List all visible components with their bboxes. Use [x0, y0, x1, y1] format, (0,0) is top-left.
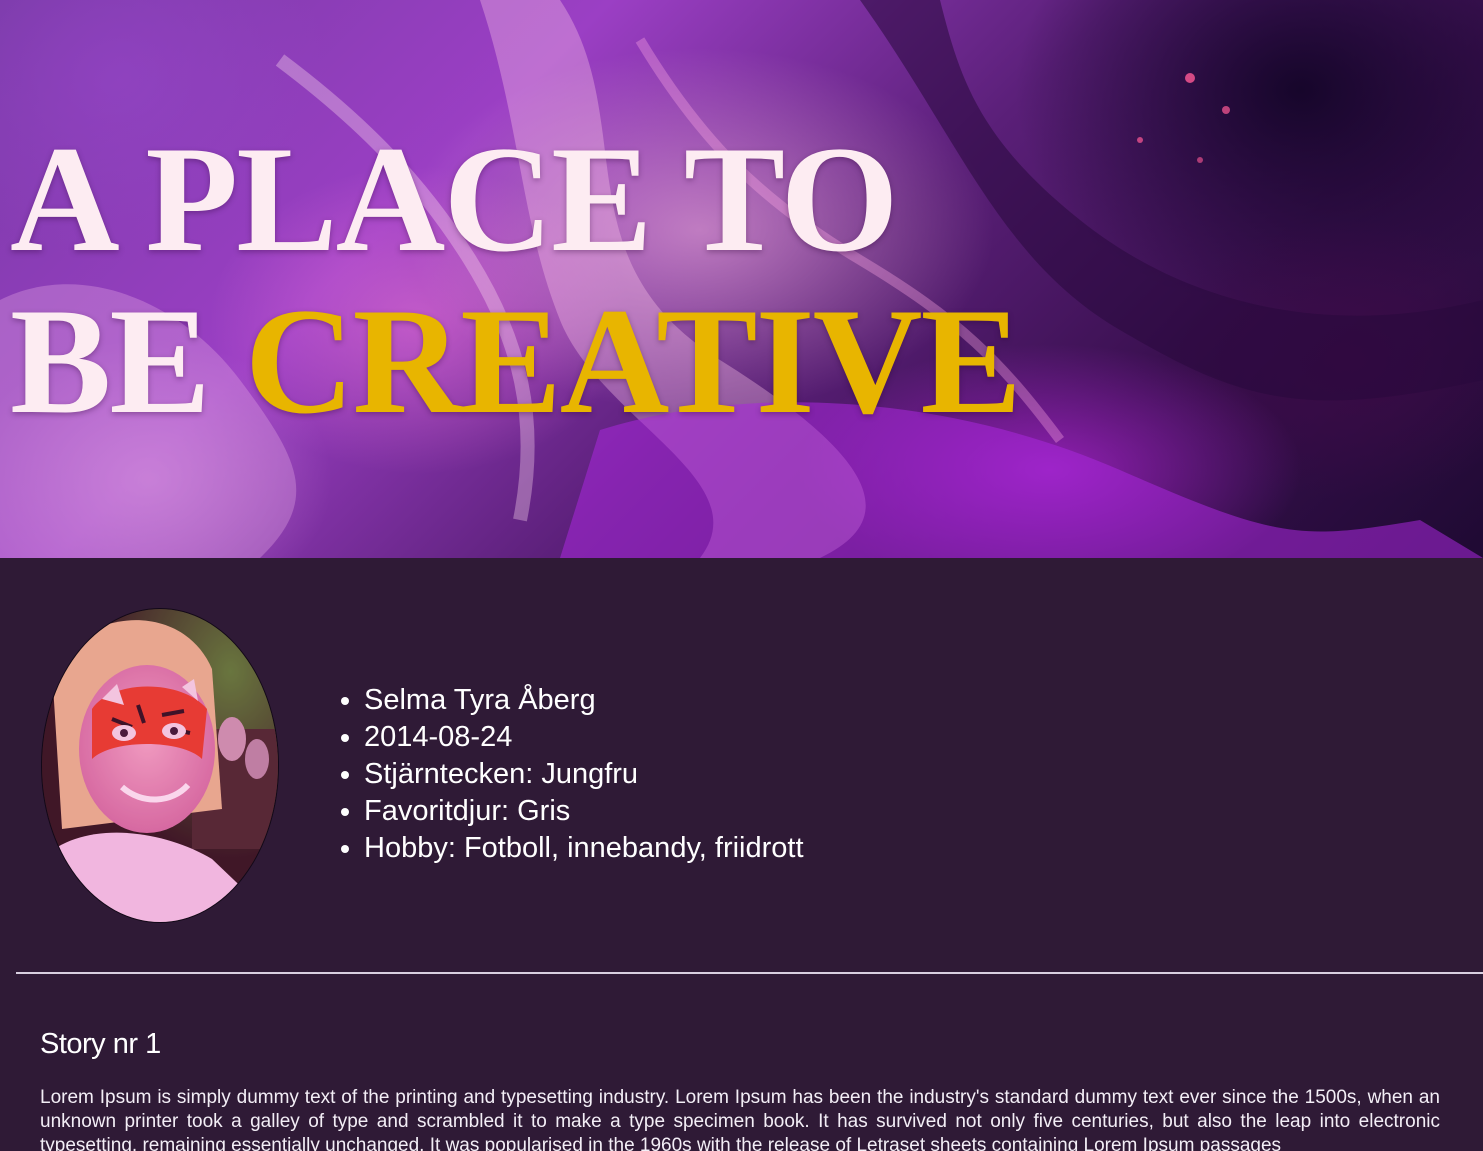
- story-body: Lorem Ipsum is simply dummy text of the …: [40, 1087, 1440, 1151]
- profile-photo: [42, 609, 278, 922]
- profile-fact-name: Selma Tyra Åberg: [364, 682, 804, 719]
- profile-fact-birthdate: 2014-08-24: [364, 719, 804, 756]
- avatar: [41, 608, 279, 923]
- hero-title-line-2: BE CREATIVE: [10, 277, 1022, 445]
- profile-fact-hobby: Hobby: Fotboll, innebandy, friidrott: [364, 830, 804, 867]
- hero-title-prefix: BE: [10, 277, 245, 445]
- profile-facts-list: Selma Tyra Åberg 2014-08-24 Stjärntecken…: [338, 682, 804, 867]
- section-divider: [16, 972, 1483, 974]
- profile-fact-favorite-animal: Favoritdjur: Gris: [364, 793, 804, 830]
- hero-title-accent: CREATIVE: [244, 277, 1022, 445]
- story-section: Story nr 1 Lorem Ipsum is simply dummy t…: [40, 1024, 1440, 1151]
- story-title: Story nr 1: [40, 1028, 161, 1060]
- profile-fact-zodiac: Stjärntecken: Jungfru: [364, 756, 804, 793]
- hero-banner: A PLACE TO BE CREATIVE: [0, 0, 1483, 558]
- hero-title-line-1: A PLACE TO: [10, 115, 899, 283]
- profile-section: Selma Tyra Åberg 2014-08-24 Stjärntecken…: [0, 558, 1483, 972]
- hero-title: A PLACE TO BE CREATIVE: [10, 115, 1022, 445]
